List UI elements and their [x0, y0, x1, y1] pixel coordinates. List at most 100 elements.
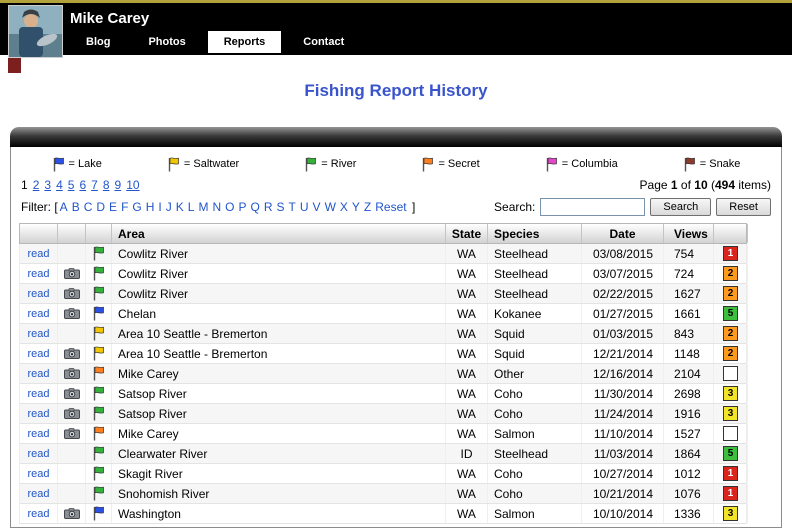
species-cell: Salmon — [488, 424, 582, 443]
flag-icon-river — [304, 157, 317, 172]
filter-letter-D[interactable]: D — [96, 200, 105, 214]
read-link[interactable]: read — [27, 288, 49, 300]
area-cell: Area 10 Seattle - Bremerton — [112, 324, 446, 343]
filter-letter-G[interactable]: G — [132, 200, 141, 214]
page-link-5[interactable]: 5 — [68, 178, 75, 192]
read-link[interactable]: read — [27, 468, 49, 480]
page-summary: Page 1 of 10 (494 items) — [640, 178, 771, 192]
species-cell: Coho — [488, 484, 582, 503]
flag-icon-river — [92, 246, 105, 261]
filter-letter-B[interactable]: B — [72, 200, 80, 214]
area-cell: Washington — [112, 504, 446, 523]
read-link[interactable]: read — [27, 308, 49, 320]
filter-letter-I[interactable]: I — [158, 200, 161, 214]
filter-letter-Z[interactable]: Z — [364, 200, 371, 214]
read-link[interactable]: read — [27, 388, 49, 400]
flag-icon-saltwater — [92, 346, 105, 361]
views-cell: 843 — [664, 324, 714, 343]
camera-icon — [64, 408, 80, 419]
camera-icon — [64, 308, 80, 319]
filter-letter-V[interactable]: V — [313, 200, 321, 214]
filter-letter-K[interactable]: K — [176, 200, 184, 214]
filter-letter-C[interactable]: C — [84, 200, 93, 214]
camera-icon — [64, 428, 80, 439]
read-link[interactable]: read — [27, 448, 49, 460]
filter-letter-J[interactable]: J — [166, 200, 172, 214]
views-cell: 1076 — [664, 484, 714, 503]
camera-icon — [64, 268, 80, 279]
camera-icon — [64, 368, 80, 379]
read-link[interactable]: read — [27, 268, 49, 280]
views-cell: 2698 — [664, 384, 714, 403]
page-title: Fishing Report History — [0, 81, 792, 101]
area-cell: Clearwater River — [112, 444, 446, 463]
read-link[interactable]: read — [27, 248, 49, 260]
page-link-2[interactable]: 2 — [33, 178, 40, 192]
accent-block — [8, 58, 21, 73]
filter-letter-H[interactable]: H — [146, 200, 155, 214]
reset-button[interactable]: Reset — [716, 198, 771, 216]
filter-letter-X[interactable]: X — [340, 200, 348, 214]
page-link-8[interactable]: 8 — [103, 178, 110, 192]
search-input[interactable] — [540, 198, 645, 216]
read-link[interactable]: read — [27, 408, 49, 420]
filter-letter-E[interactable]: E — [109, 200, 117, 214]
area-cell: Mike Carey — [112, 424, 446, 443]
nav-tab-blog[interactable]: Blog — [70, 31, 126, 53]
page-link-3[interactable]: 3 — [44, 178, 51, 192]
header-cell-species: Species — [488, 224, 582, 243]
filter-letter-S[interactable]: S — [277, 200, 285, 214]
flag-icon-lake — [92, 306, 105, 321]
site-title: Mike Carey — [0, 3, 792, 31]
flag-icon-river — [92, 266, 105, 281]
filter-letter-W[interactable]: W — [325, 200, 336, 214]
read-link[interactable]: read — [27, 348, 49, 360]
read-link[interactable]: read — [27, 428, 49, 440]
table-row: readClearwater RiverIDSteelhead11/03/201… — [19, 444, 747, 464]
filter-letter-M[interactable]: M — [198, 200, 208, 214]
filter-letter-F[interactable]: F — [121, 200, 128, 214]
filter-letter-T[interactable]: T — [289, 200, 296, 214]
table-row: readCowlitz RiverWASteelhead02/22/201516… — [19, 284, 747, 304]
filter-letter-Y[interactable]: Y — [352, 200, 360, 214]
filter-letter-O[interactable]: O — [225, 200, 234, 214]
species-cell: Steelhead — [488, 284, 582, 303]
rating-badge: 3 — [723, 406, 738, 421]
filter-letter-L[interactable]: L — [188, 200, 195, 214]
date-cell: 10/27/2014 — [582, 464, 664, 483]
camera-icon — [64, 288, 80, 299]
page-link-4[interactable]: 4 — [56, 178, 63, 192]
filter-letter-Q[interactable]: Q — [251, 200, 260, 214]
date-cell: 11/24/2014 — [582, 404, 664, 423]
filter-reset-link[interactable]: Reset — [375, 200, 406, 214]
flag-icon-columbia — [545, 157, 558, 172]
page-link-9[interactable]: 9 — [115, 178, 122, 192]
state-cell: WA — [446, 344, 488, 363]
filter-close-bracket: ] — [412, 200, 415, 214]
read-link[interactable]: read — [27, 488, 49, 500]
table-header-row: Area State Species Date Views — [19, 223, 747, 244]
flag-icon-snake — [683, 157, 696, 172]
nav-tab-contact[interactable]: Contact — [287, 31, 360, 53]
page-link-7[interactable]: 7 — [91, 178, 98, 192]
state-cell: WA — [446, 264, 488, 283]
filter-letter-R[interactable]: R — [264, 200, 273, 214]
read-link[interactable]: read — [27, 328, 49, 340]
page-link-6[interactable]: 6 — [79, 178, 86, 192]
table-row: readCowlitz RiverWASteelhead03/08/201575… — [19, 244, 747, 264]
views-cell: 754 — [664, 244, 714, 263]
search-button[interactable]: Search — [650, 198, 711, 216]
flag-icon-lake — [92, 506, 105, 521]
nav-tab-photos[interactable]: Photos — [132, 31, 201, 53]
nav-tab-reports[interactable]: Reports — [208, 31, 282, 53]
species-cell: Squid — [488, 344, 582, 363]
page-link-10[interactable]: 10 — [126, 178, 139, 192]
filter-letter-N[interactable]: N — [212, 200, 221, 214]
page-summary-current: 1 — [671, 178, 678, 192]
filter-letter-U[interactable]: U — [300, 200, 309, 214]
filter-letter-P[interactable]: P — [238, 200, 246, 214]
views-cell: 1627 — [664, 284, 714, 303]
read-link[interactable]: read — [27, 368, 49, 380]
read-link[interactable]: read — [27, 508, 49, 520]
filter-letter-A[interactable]: A — [60, 200, 68, 214]
